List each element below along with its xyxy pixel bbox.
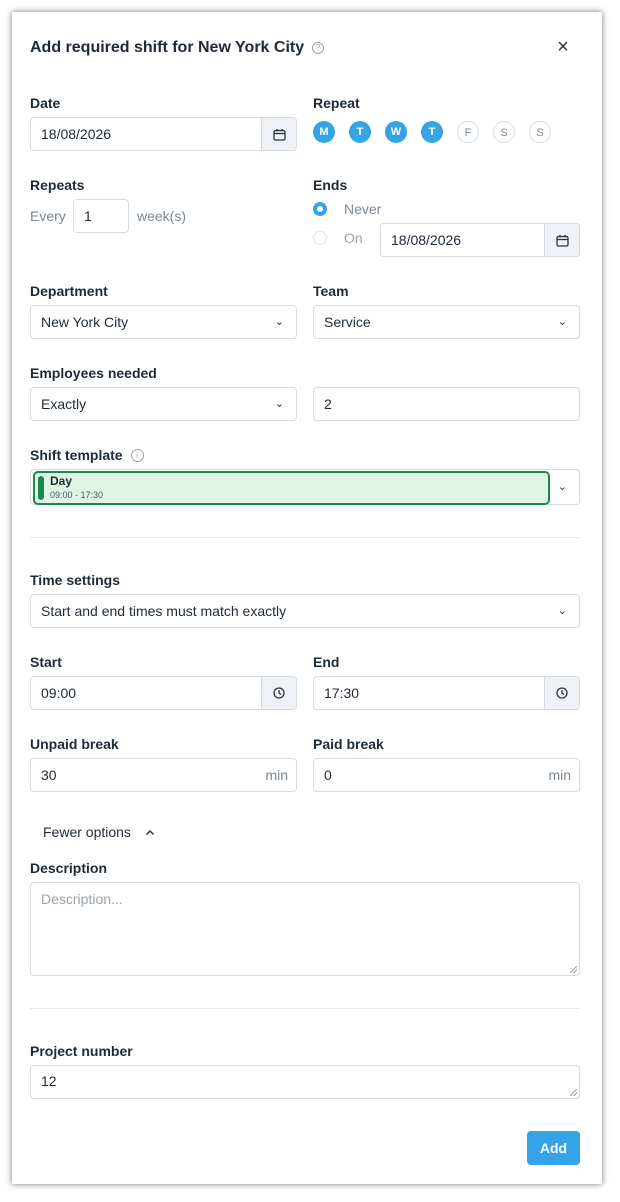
employees-mode-select[interactable]: Exactly ⌄ [30, 387, 297, 421]
ends-never-radio[interactable] [313, 202, 327, 216]
end-label: End [313, 654, 340, 670]
clock-icon [273, 687, 285, 699]
day-toggle-tuesday[interactable]: T [349, 121, 371, 143]
add-button[interactable]: Add [527, 1131, 580, 1165]
help-icon[interactable]: ? [312, 42, 325, 54]
end-clock-button[interactable] [544, 677, 579, 709]
paid-break-unit: min [548, 767, 571, 783]
ends-on-radio[interactable] [313, 231, 327, 245]
start-clock-button[interactable] [261, 677, 296, 709]
chevron-down-icon: ⌄ [557, 316, 567, 328]
shift-template-name: Day [50, 474, 73, 488]
start-time-input[interactable]: 09:00 [30, 676, 297, 710]
team-select[interactable]: Service ⌄ [313, 305, 580, 339]
chevron-down-icon: ⌄ [557, 605, 567, 617]
description-textarea[interactable]: Description... [30, 882, 580, 976]
description-label: Description [30, 860, 108, 876]
employees-count-input[interactable]: 2 [313, 387, 580, 421]
day-toggle-sunday[interactable]: S [529, 121, 551, 143]
ends-never-label: Never [344, 201, 382, 217]
description-placeholder: Description... [41, 891, 123, 907]
day-toggle-monday[interactable]: M [313, 121, 335, 143]
resize-handle-icon[interactable] [570, 966, 577, 973]
ends-on-label: On [344, 230, 363, 246]
paid-break-value: 0 [324, 767, 332, 783]
shift-template-label: Shift template i [30, 447, 144, 463]
end-time-value: 17:30 [324, 685, 360, 701]
clock-icon [556, 687, 568, 699]
time-settings-value: Start and end times must match exactly [41, 603, 287, 619]
repeats-label: Repeats [30, 177, 85, 193]
chevron-down-icon: ⌄ [274, 398, 284, 410]
employees-mode-value: Exactly [41, 396, 87, 412]
end-calendar-button[interactable] [544, 224, 579, 256]
team-label: Team [313, 283, 349, 299]
shift-color-bar [38, 476, 44, 500]
project-number-label: Project number [30, 1043, 133, 1059]
repeat-interval-value: 1 [84, 208, 92, 224]
fewer-options-toggle[interactable]: Fewer options [43, 824, 155, 840]
unpaid-break-value: 30 [41, 767, 57, 783]
fewer-options-label: Fewer options [43, 824, 131, 840]
department-label: Department [30, 283, 108, 299]
end-time-input[interactable]: 17:30 [313, 676, 580, 710]
repeat-interval-input[interactable]: 1 [73, 199, 129, 233]
modal-title-text: Add required shift for New York City [30, 39, 305, 56]
info-icon[interactable]: i [130, 449, 144, 462]
chevron-up-icon [145, 829, 154, 836]
every-label: Every [30, 208, 66, 224]
day-toggle-wednesday[interactable]: W [385, 121, 407, 143]
resize-handle-icon[interactable] [570, 1089, 577, 1096]
unpaid-break-label: Unpaid break [30, 736, 119, 752]
shift-template-label-text: Shift template [30, 447, 123, 463]
calendar-icon [555, 234, 569, 247]
chevron-down-icon: ⌄ [274, 316, 284, 328]
weeks-label: week(s) [137, 208, 187, 224]
close-button[interactable]: × [552, 36, 574, 58]
employees-count-value: 2 [324, 396, 332, 412]
close-icon: × [557, 36, 569, 58]
start-time-value: 09:00 [41, 685, 77, 701]
day-toggle-saturday[interactable]: S [493, 121, 515, 143]
chevron-down-icon: ⌄ [557, 481, 567, 493]
ends-label: Ends [313, 177, 348, 193]
calendar-button[interactable] [261, 118, 296, 150]
unpaid-break-input[interactable]: 30 min [30, 758, 297, 792]
shift-template-chip[interactable]: Day 09:00 - 17:30 [33, 471, 550, 505]
shift-template-time: 09:00 - 17:30 [50, 490, 104, 500]
repeat-label: Repeat [313, 95, 360, 111]
paid-break-input[interactable]: 0 min [313, 758, 580, 792]
add-shift-modal: Add required shift for New York City? × … [12, 12, 602, 1184]
day-toggle-friday[interactable]: F [457, 121, 479, 143]
divider [30, 1008, 580, 1009]
department-value: New York City [41, 314, 129, 330]
shift-template-select[interactable]: Day 09:00 - 17:30 ⌄ [30, 469, 580, 505]
end-date-value: 18/08/2026 [391, 232, 462, 248]
project-number-value: 12 [41, 1073, 57, 1089]
day-toggle-thursday[interactable]: T [421, 121, 443, 143]
employees-label: Employees needed [30, 365, 157, 381]
project-number-input[interactable]: 12 [30, 1065, 580, 1099]
start-label: Start [30, 654, 62, 670]
end-date-input[interactable]: 18/08/2026 [380, 223, 580, 257]
time-settings-select[interactable]: Start and end times must match exactly ⌄ [30, 594, 580, 628]
date-label: Date [30, 95, 61, 111]
date-input[interactable]: 18/08/2026 [30, 117, 297, 151]
calendar-icon [272, 128, 286, 141]
modal-title: Add required shift for New York City? [30, 39, 325, 57]
time-settings-label: Time settings [30, 572, 120, 588]
team-value: Service [324, 314, 371, 330]
department-select[interactable]: New York City ⌄ [30, 305, 297, 339]
date-value: 18/08/2026 [41, 126, 112, 142]
paid-break-label: Paid break [313, 736, 384, 752]
unpaid-break-unit: min [265, 767, 288, 783]
divider [30, 537, 580, 538]
